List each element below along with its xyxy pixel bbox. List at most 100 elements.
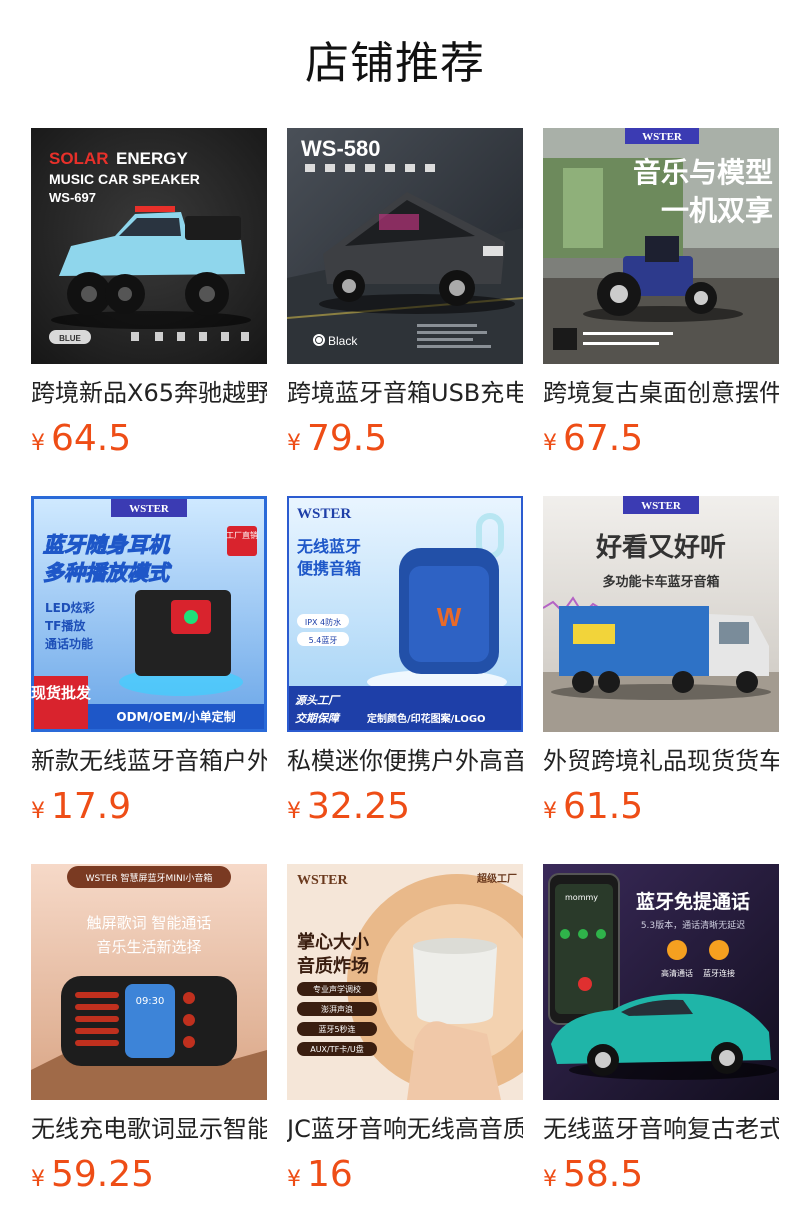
corner-badge: 工厂直销 bbox=[226, 530, 258, 540]
price-value: 67.5 bbox=[563, 418, 644, 459]
product-card[interactable]: WSTER 好看又好听 多功能卡车蓝牙音箱 外贸跨境礼品现货货车 ¥61.5 bbox=[543, 496, 779, 836]
price-value: 32.25 bbox=[307, 786, 411, 827]
currency-symbol: ¥ bbox=[31, 799, 45, 824]
product-card[interactable]: mommy 蓝牙免提通话 5.3版本，通话清晰无延迟 高清通话 蓝牙连接 无线蓝… bbox=[543, 864, 779, 1204]
phone-contact-name: mommy bbox=[565, 893, 598, 902]
currency-symbol: ¥ bbox=[31, 431, 45, 456]
brand-logo: WSTER bbox=[641, 500, 682, 512]
model-text: WS-697 bbox=[49, 190, 96, 205]
product-card[interactable]: SOLAR ENERGY MUSIC CAR SPEAKER WS-697 BL… bbox=[31, 128, 267, 468]
product-card[interactable]: WS-580 Black 跨境蓝牙音箱USB充电 ¥79.5 bbox=[287, 128, 523, 468]
headline-text: 好看又好听 bbox=[595, 533, 726, 563]
headline-text: 音质炸场 bbox=[297, 955, 369, 977]
brand-text: SOLAR bbox=[49, 149, 109, 168]
factory-badge: 超级工厂 bbox=[476, 872, 517, 885]
headline-text: 便携音箱 bbox=[297, 559, 361, 578]
headline-text: 音乐与模型 bbox=[633, 156, 773, 189]
clock-text: 09:30 bbox=[136, 996, 165, 1007]
feature-chip: 专业声学调校 bbox=[313, 984, 361, 994]
tractor-speaker-image[interactable]: WSTER 音乐与模型 一机双享 bbox=[543, 128, 779, 364]
headline-text: 蓝牙免提通话 bbox=[636, 890, 750, 913]
section-title: 店铺推荐 bbox=[305, 38, 485, 89]
feature-chip: AUX/TF卡/U盘 bbox=[310, 1044, 364, 1054]
headline-text: 掌心大小 bbox=[297, 931, 369, 953]
color-tag-text: BLUE bbox=[59, 334, 81, 343]
subheadline-text: 多功能卡车蓝牙音箱 bbox=[602, 574, 719, 590]
feature-text: LED炫彩 bbox=[45, 600, 95, 615]
feature-chip: 5.4蓝牙 bbox=[309, 635, 338, 645]
product-price: ¥79.5 bbox=[287, 416, 387, 462]
color-label: Black bbox=[328, 334, 358, 348]
price-value: 17.9 bbox=[51, 786, 132, 827]
caption-text: 蓝牙连接 bbox=[703, 968, 735, 978]
headline-text: 触屏歌词 智能通话 bbox=[87, 914, 212, 932]
model-text: WS-580 bbox=[301, 136, 380, 161]
speaker-logo-text: W bbox=[437, 602, 462, 632]
feature-chip: 蓝牙5秒连 bbox=[318, 1024, 355, 1034]
price-value: 64.5 bbox=[51, 418, 132, 459]
footer-text: 定制颜色/印花图案/LOGO bbox=[367, 712, 486, 725]
cube-speaker-image[interactable]: WSTER 蓝牙随身耳机 多种播放模式 工厂直销 LED炫彩 TF播放 通话功能… bbox=[31, 496, 267, 732]
subheadline-text: 5.3版本，通话清晰无延迟 bbox=[641, 919, 745, 931]
brand-logo: WSTER bbox=[297, 506, 351, 522]
footer-text: 交期保障 bbox=[295, 712, 341, 725]
headline-text: 无线蓝牙 bbox=[296, 537, 361, 556]
product-price: ¥61.5 bbox=[543, 784, 643, 830]
subheadline-text: 音乐生活新选择 bbox=[96, 938, 201, 956]
price-value: 79.5 bbox=[307, 418, 388, 459]
top-label: WSTER 智慧屏蓝牙MINI小音箱 bbox=[86, 872, 213, 884]
retro-radio-speaker-image[interactable]: WSTER 智慧屏蓝牙MINI小音箱 触屏歌词 智能通话 音乐生活新选择 09:… bbox=[31, 864, 267, 1100]
brand-logo: WSTER bbox=[642, 131, 683, 143]
product-card[interactable]: WSTER 智慧屏蓝牙MINI小音箱 触屏歌词 智能通话 音乐生活新选择 09:… bbox=[31, 864, 267, 1204]
product-title[interactable]: 无线充电歌词显示智能 bbox=[31, 1111, 267, 1147]
product-price: ¥59.25 bbox=[31, 1152, 154, 1198]
product-card[interactable]: WSTER 蓝牙随身耳机 多种播放模式 工厂直销 LED炫彩 TF播放 通话功能… bbox=[31, 496, 267, 836]
product-title[interactable]: 无线蓝牙音响复古老式 bbox=[543, 1111, 779, 1147]
banner-text: ODM/OEM/小单定制 bbox=[116, 709, 235, 724]
brand-logo: WSTER bbox=[129, 503, 170, 515]
product-title[interactable]: 新款无线蓝牙音箱户外 bbox=[31, 743, 267, 779]
product-card[interactable]: WSTER 无线蓝牙 便携音箱 IPX 4防水 5.4蓝牙 W 源头工厂 交期保… bbox=[287, 496, 523, 836]
currency-symbol: ¥ bbox=[543, 1167, 557, 1192]
feature-chip: 澎湃声浪 bbox=[321, 1004, 353, 1014]
product-price: ¥17.9 bbox=[31, 784, 131, 830]
product-price: ¥67.5 bbox=[543, 416, 643, 462]
headline-text: 蓝牙随身耳机 bbox=[43, 533, 171, 557]
product-price: ¥58.5 bbox=[543, 1152, 643, 1198]
portable-speaker-image[interactable]: WSTER 无线蓝牙 便携音箱 IPX 4防水 5.4蓝牙 W 源头工厂 交期保… bbox=[287, 496, 523, 732]
product-title[interactable]: 跨境复古桌面创意摆件 bbox=[543, 375, 779, 411]
price-value: 16 bbox=[307, 1154, 353, 1195]
product-card[interactable]: WSTER 音乐与模型 一机双享 跨境复古桌面创意摆件 ¥67.5 bbox=[543, 128, 779, 468]
footer-text: 源头工厂 bbox=[295, 694, 341, 707]
mini-cylinder-speaker-image[interactable]: WSTER 超级工厂 掌心大小 音质炸场 专业声学调校 澎湃声浪 蓝牙5秒连 A… bbox=[287, 864, 523, 1100]
cybertruck-speaker-image[interactable]: WS-580 Black bbox=[287, 128, 523, 364]
price-value: 61.5 bbox=[563, 786, 644, 827]
product-title[interactable]: 跨境新品X65奔驰越野 bbox=[31, 375, 267, 411]
product-price: ¥16 bbox=[287, 1152, 353, 1198]
currency-symbol: ¥ bbox=[543, 799, 557, 824]
product-title[interactable]: JC蓝牙音响无线高音质 bbox=[287, 1111, 523, 1147]
truck-speaker-image[interactable]: WSTER 好看又好听 多功能卡车蓝牙音箱 bbox=[543, 496, 779, 732]
headline-text: 多种播放模式 bbox=[43, 561, 172, 585]
feature-text: TF播放 bbox=[45, 618, 86, 633]
headline-text: 一机双享 bbox=[661, 194, 773, 227]
currency-symbol: ¥ bbox=[543, 431, 557, 456]
product-card[interactable]: WSTER 超级工厂 掌心大小 音质炸场 专业声学调校 澎湃声浪 蓝牙5秒连 A… bbox=[287, 864, 523, 1204]
currency-symbol: ¥ bbox=[287, 799, 301, 824]
classic-car-speaker-image[interactable]: mommy 蓝牙免提通话 5.3版本，通话清晰无延迟 高清通话 蓝牙连接 bbox=[543, 864, 779, 1100]
product-title[interactable]: 私模迷你便携户外高音 bbox=[287, 743, 523, 779]
caption-text: 高清通话 bbox=[661, 968, 693, 978]
brand-line-text: ENERGY bbox=[116, 149, 188, 168]
price-value: 59.25 bbox=[51, 1154, 155, 1195]
feature-chip: IPX 4防水 bbox=[305, 617, 341, 627]
price-value: 58.5 bbox=[563, 1154, 644, 1195]
product-title[interactable]: 外贸跨境礼品现货货车 bbox=[543, 743, 779, 779]
badge-text: 现货批发 bbox=[31, 684, 92, 702]
currency-symbol: ¥ bbox=[287, 431, 301, 456]
pickup-truck-speaker-image[interactable]: SOLAR ENERGY MUSIC CAR SPEAKER WS-697 BL… bbox=[31, 128, 267, 364]
product-price: ¥64.5 bbox=[31, 416, 131, 462]
brand-logo: WSTER bbox=[297, 873, 348, 888]
product-title[interactable]: 跨境蓝牙音箱USB充电 bbox=[287, 375, 523, 411]
currency-symbol: ¥ bbox=[287, 1167, 301, 1192]
currency-symbol: ¥ bbox=[31, 1167, 45, 1192]
